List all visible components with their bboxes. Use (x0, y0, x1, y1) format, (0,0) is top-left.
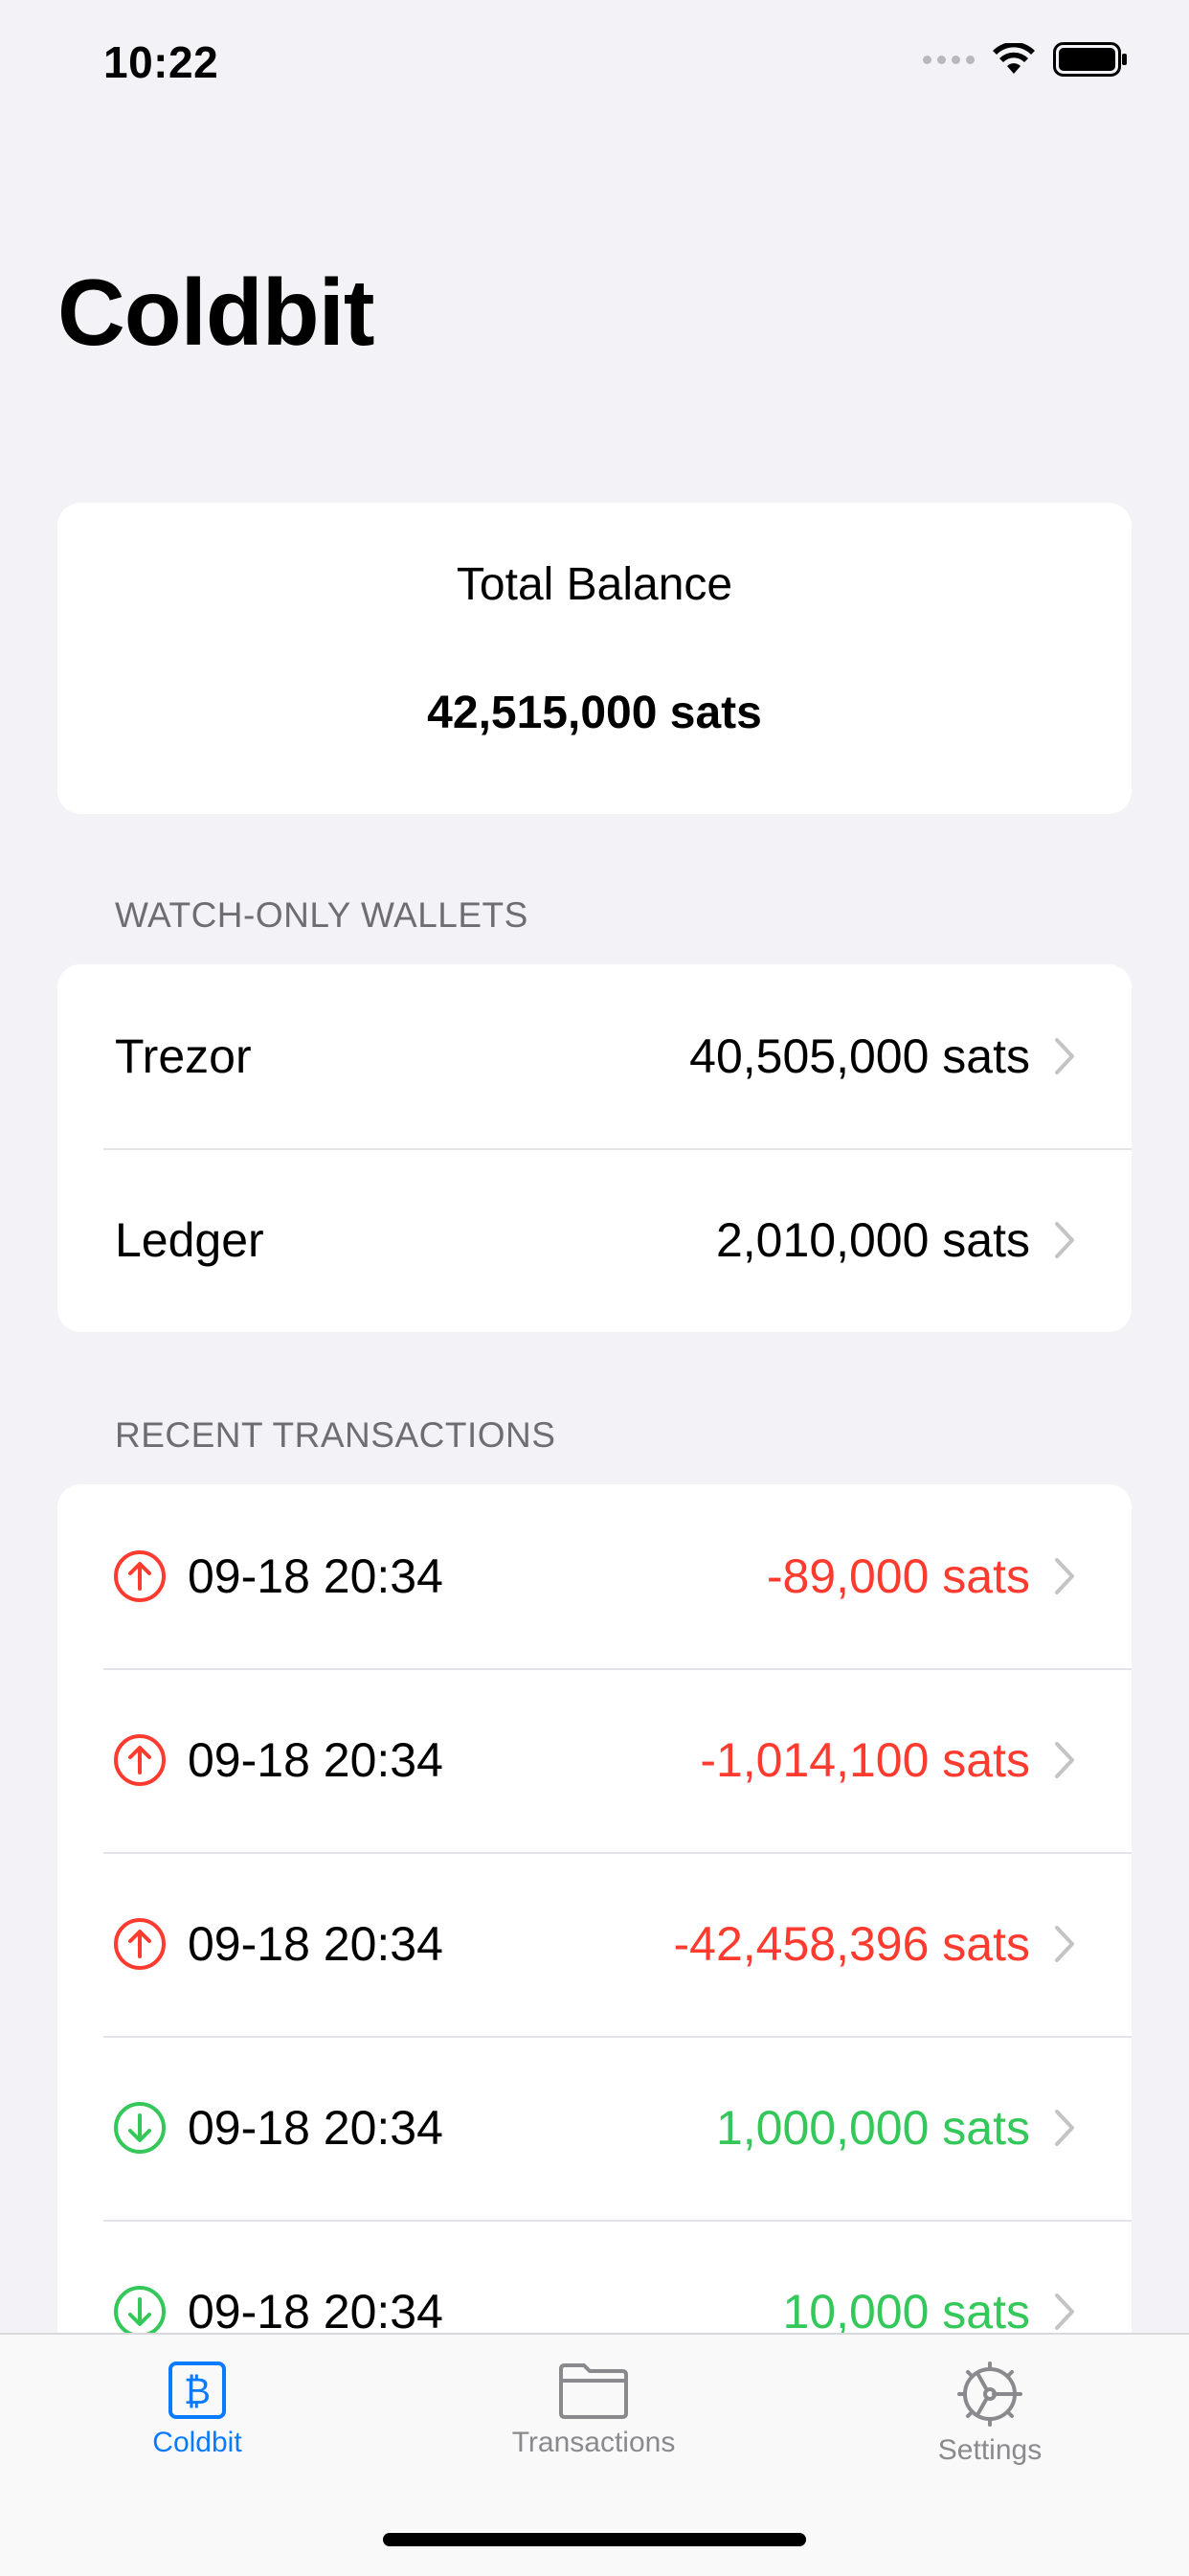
transaction-row[interactable]: 09-18 20:34 1,000,000 sats (57, 2036, 1132, 2220)
tab-coldbit[interactable]: ₿ Coldbit (73, 2360, 322, 2459)
status-bar: 10:22 (0, 0, 1189, 134)
wallet-row-trezor[interactable]: Trezor 40,505,000 sats (57, 964, 1132, 1148)
transaction-amount: -1,014,100 sats (700, 1733, 1030, 1787)
chevron-right-icon (1055, 2110, 1074, 2146)
transaction-amount: 1,000,000 sats (715, 2101, 1030, 2155)
transaction-row[interactable]: 09-18 20:34 -42,458,396 sats (57, 1852, 1132, 2036)
chevron-right-icon (1055, 2294, 1074, 2330)
status-icons (923, 42, 1128, 77)
total-balance-value: 42,515,000 sats (427, 688, 762, 738)
wallets-section-header: WATCH-ONLY WALLETS (115, 895, 528, 935)
arrow-down-circle-icon (114, 2102, 166, 2154)
wallet-row-ledger[interactable]: Ledger 2,010,000 sats (57, 1148, 1132, 1332)
total-balance-label: Total Balance (456, 559, 733, 610)
battery-icon (1053, 42, 1127, 77)
home-indicator (383, 2533, 806, 2546)
wallet-balance: 40,505,000 sats (689, 1029, 1030, 1083)
arrow-down-circle-icon (114, 2286, 166, 2338)
tab-label: Settings (937, 2434, 1043, 2466)
transactions-section-header: RECENT TRANSACTIONS (115, 1415, 556, 1455)
arrow-up-circle-icon (114, 1734, 166, 1786)
tab-settings[interactable]: Settings (865, 2360, 1114, 2467)
cellular-signal-icon (923, 55, 975, 64)
transaction-row[interactable]: 09-18 20:34 -89,000 sats (57, 1484, 1132, 1668)
wallet-balance: 2,010,000 sats (715, 1213, 1030, 1267)
transaction-date: 09-18 20:34 (188, 2285, 443, 2339)
folder-icon (559, 2363, 628, 2419)
transaction-amount: -89,000 sats (766, 1549, 1030, 1603)
wallet-name: Trezor (115, 1029, 252, 1083)
transaction-date: 09-18 20:34 (188, 1917, 443, 1971)
chevron-right-icon (1055, 1222, 1074, 1258)
chevron-right-icon (1055, 1742, 1074, 1778)
svg-text:₿: ₿ (184, 2370, 211, 2412)
transactions-list: 09-18 20:34 -89,000 sats 09-18 20:34 -1,… (57, 1484, 1132, 2442)
transaction-amount: 10,000 sats (782, 2285, 1030, 2339)
bitcoin-icon: ₿ (168, 2361, 226, 2419)
transaction-amount: -42,458,396 sats (673, 1917, 1031, 1971)
chevron-right-icon (1055, 1558, 1074, 1594)
page-title: Coldbit (57, 260, 374, 365)
tab-label: Transactions (511, 2427, 676, 2458)
tab-label: Coldbit (152, 2427, 242, 2458)
wifi-icon (993, 43, 1035, 74)
transaction-date: 09-18 20:34 (188, 1733, 443, 1787)
status-time: 10:22 (103, 37, 219, 87)
arrow-up-circle-icon (114, 1550, 166, 1602)
chevron-right-icon (1055, 1926, 1074, 1962)
gear-icon (957, 2361, 1022, 2427)
chevron-right-icon (1055, 1038, 1074, 1074)
wallet-name: Ledger (115, 1213, 264, 1267)
tab-transactions[interactable]: Transactions (469, 2360, 718, 2459)
wallets-list: Trezor 40,505,000 sats Ledger 2,010,000 … (57, 964, 1132, 1332)
transaction-row[interactable]: 09-18 20:34 -1,014,100 sats (57, 1668, 1132, 1852)
arrow-up-circle-icon (114, 1918, 166, 1970)
transaction-date: 09-18 20:34 (188, 1549, 443, 1603)
transaction-date: 09-18 20:34 (188, 2101, 443, 2155)
total-balance-card: Total Balance 42,515,000 sats (57, 503, 1132, 814)
